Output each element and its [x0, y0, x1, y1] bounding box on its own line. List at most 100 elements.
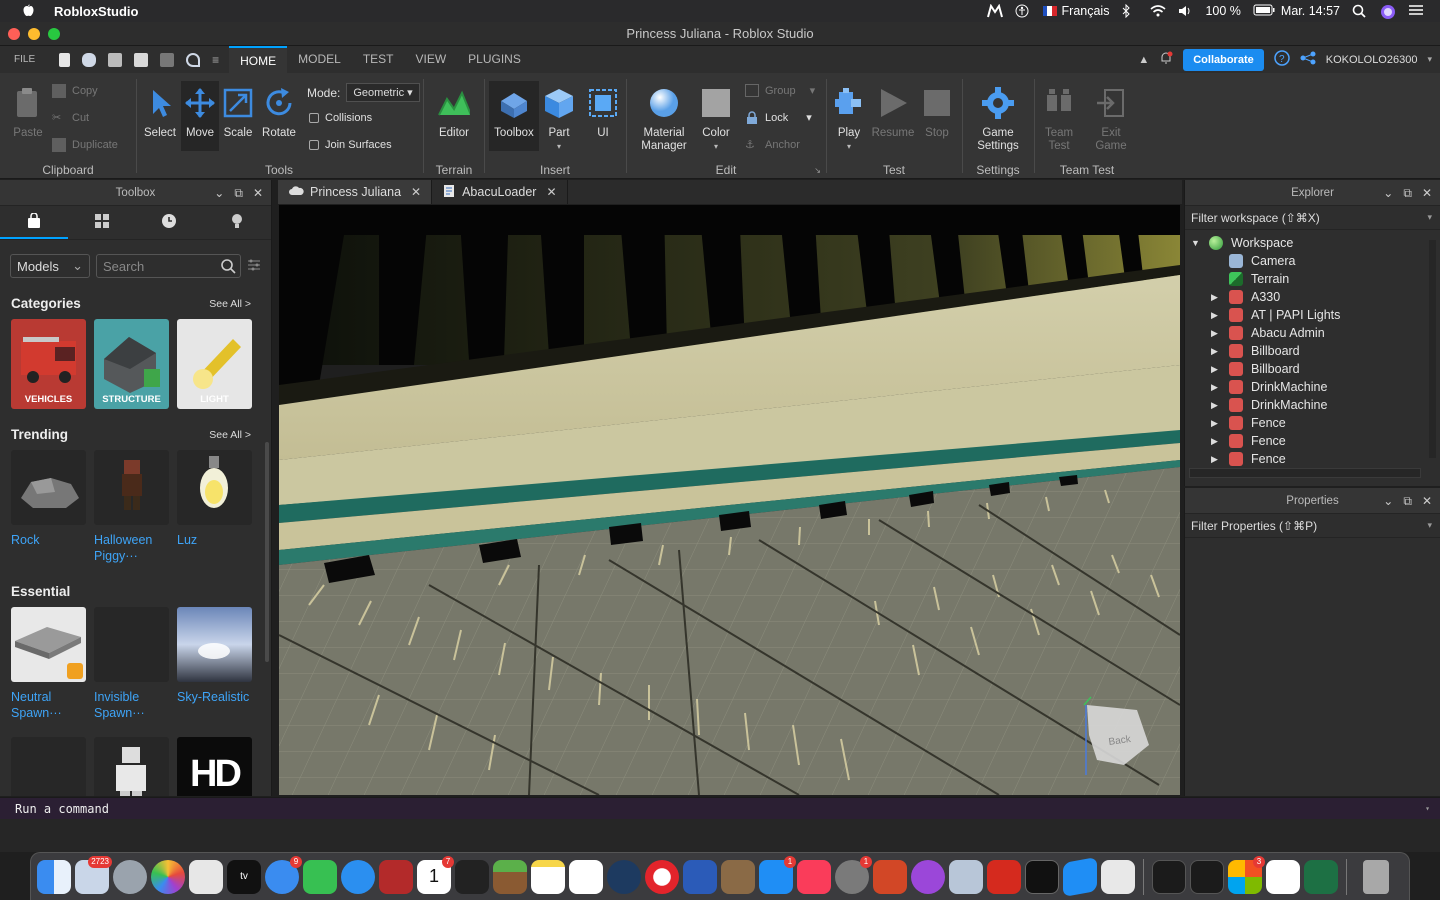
expand-arrow-right-icon[interactable]: ▶ — [1211, 328, 1218, 339]
minecraft-icon[interactable] — [493, 859, 527, 894]
paste-button[interactable]: Paste — [10, 87, 46, 140]
stop-square-icon[interactable] — [160, 52, 175, 67]
explorer-item[interactable]: ▶ DrinkMachine — [1185, 396, 1440, 414]
copy-button[interactable]: Copy — [52, 84, 98, 98]
play-button[interactable]: Play ▾ — [831, 87, 867, 153]
music-icon[interactable] — [797, 859, 831, 894]
part-dropdown-icon[interactable]: ▾ — [541, 140, 577, 153]
explorer-filter-input[interactable]: Filter workspace (⇧⌘X) ▾ — [1185, 206, 1440, 230]
asset-dummy[interactable] — [94, 737, 169, 796]
categories-see-all-link[interactable]: See All > — [209, 298, 251, 310]
notifications-icon[interactable] — [1159, 51, 1173, 68]
safari-icon[interactable] — [341, 859, 375, 894]
username[interactable]: KOKOLOLO26300 — [1326, 54, 1418, 66]
tab-file[interactable]: FILE — [0, 46, 49, 73]
category-dropdown[interactable]: Models ⌄ — [10, 254, 90, 278]
collisions-checkbox[interactable]: Collisions — [309, 112, 372, 124]
close-tab-icon[interactable]: ✕ — [546, 185, 556, 199]
tab-home[interactable]: HOME — [229, 46, 288, 73]
lock-button[interactable]: Lock ▾ — [745, 111, 812, 124]
category-light-tile[interactable]: LIGHT — [177, 319, 252, 409]
podcasts-icon[interactable] — [911, 859, 945, 894]
asset-invisible-spawn[interactable]: Invisible Spawn··· — [94, 607, 169, 721]
expand-arrow-right-icon[interactable]: ▶ — [1211, 418, 1218, 429]
tab-creations[interactable] — [203, 206, 271, 239]
expand-arrow-right-icon[interactable]: ▶ — [1211, 454, 1218, 465]
facetime-icon[interactable] — [303, 859, 337, 894]
finder-icon[interactable] — [37, 859, 71, 894]
messages-icon[interactable]: 9 — [265, 855, 302, 894]
undo-icon[interactable] — [186, 52, 201, 67]
publish-icon[interactable] — [108, 52, 123, 67]
tab-test[interactable]: TEST — [352, 46, 405, 73]
close-panel-icon[interactable]: ✕ — [1422, 186, 1432, 201]
asset-name[interactable]: Halloween Piggy··· — [94, 532, 169, 564]
trending-see-all-link[interactable]: See All > — [209, 429, 251, 441]
new-file-icon[interactable] — [59, 52, 71, 67]
asset-name[interactable]: Sky-Realistic — [177, 689, 252, 705]
image-capture-icon[interactable] — [949, 859, 983, 894]
activity-monitor-icon[interactable] — [1152, 859, 1186, 894]
explorer-item[interactable]: ▶ Fence — [1185, 450, 1440, 468]
tab-marketplace[interactable] — [0, 206, 68, 239]
play-dropdown-icon[interactable]: ▾ — [831, 140, 867, 153]
powerpoint-icon[interactable] — [873, 859, 907, 894]
close-window-button[interactable] — [8, 28, 20, 40]
toolbox-search-input[interactable]: Search — [96, 254, 241, 278]
share-icon[interactable] — [1300, 51, 1316, 68]
collapse-ribbon-icon[interactable]: ▲ — [1138, 54, 1149, 66]
volume-icon[interactable] — [1177, 4, 1193, 18]
asset-halloween-piggy[interactable]: Halloween Piggy··· — [94, 450, 169, 564]
apple-tv-icon[interactable]: tv — [227, 859, 261, 894]
explorer-item[interactable]: Terrain — [1185, 270, 1440, 288]
resume-button[interactable]: Resume — [871, 87, 915, 140]
calendar-icon[interactable]: 17 — [417, 855, 454, 894]
command-bar-input[interactable]: Run a command ▾ — [0, 797, 1440, 819]
explorer-item[interactable]: Camera — [1185, 252, 1440, 270]
capcut-icon[interactable] — [1266, 859, 1300, 894]
binoculars-icon[interactable] — [82, 52, 97, 67]
ui-button[interactable]: UI — [585, 87, 621, 140]
asset-name[interactable]: Invisible Spawn··· — [94, 689, 169, 721]
category-vehicles-tile[interactable]: VEHICLES — [11, 319, 86, 409]
join-surfaces-checkbox[interactable]: Join Surfaces — [309, 139, 392, 151]
panel-menu-chevron-icon[interactable]: ⌄ — [214, 186, 224, 201]
launchpad-rocket-icon[interactable] — [113, 859, 147, 894]
mode-selector[interactable]: Mode: Geometric ▾ — [307, 83, 420, 102]
expand-arrow-right-icon[interactable]: ▶ — [1211, 292, 1218, 303]
panel-menu-chevron-icon[interactable]: ⌄ — [1383, 186, 1393, 201]
3d-viewport[interactable]: Back — [279, 205, 1180, 795]
asset-name[interactable]: Neutral Spawn··· — [11, 689, 86, 721]
expand-arrow-right-icon[interactable]: ▶ — [1211, 382, 1218, 393]
tab-view[interactable]: VIEW — [405, 46, 458, 73]
expand-arrow-down-icon[interactable]: ▼ — [1191, 238, 1200, 248]
notebook-icon[interactable] — [721, 859, 755, 894]
active-app-name[interactable]: RobloxStudio — [54, 4, 139, 19]
undock-icon[interactable]: ⧉ — [1403, 494, 1412, 509]
opera-icon[interactable] — [645, 859, 679, 894]
app-store-icon[interactable]: 1 — [759, 855, 796, 894]
mode-dropdown[interactable]: Geometric ▾ — [346, 83, 420, 102]
undock-icon[interactable]: ⧉ — [1403, 186, 1412, 201]
quick-access-dropdown-icon[interactable]: ≡ — [212, 53, 219, 67]
roblox-studio-icon[interactable] — [1063, 856, 1097, 897]
edit-expand-icon[interactable]: ↘ — [814, 166, 821, 175]
quicktime-icon[interactable] — [607, 859, 641, 894]
wifi-icon[interactable] — [1149, 4, 1166, 18]
spotlight-search-icon[interactable] — [1352, 4, 1368, 18]
asset-name[interactable]: Luz — [177, 532, 252, 548]
malwarebytes-icon[interactable] — [986, 3, 1003, 18]
panel-menu-chevron-icon[interactable]: ⌄ — [1383, 494, 1393, 509]
excel-icon[interactable] — [1304, 859, 1338, 894]
preview-icon[interactable] — [189, 859, 223, 894]
stop-button[interactable]: Stop — [919, 87, 955, 140]
acrobat-icon[interactable] — [987, 859, 1021, 894]
material-manager-button[interactable]: Material Manager — [635, 87, 693, 153]
explorer-item[interactable]: ▶ Fence — [1185, 414, 1440, 432]
battery-icon[interactable] — [1253, 4, 1275, 18]
undock-icon[interactable]: ⧉ — [234, 186, 243, 201]
chevron-down-icon[interactable]: ▾ — [1427, 520, 1432, 531]
zoom-window-button[interactable] — [48, 28, 60, 40]
control-center-icon[interactable] — [1408, 4, 1424, 18]
explorer-vscrollbar[interactable] — [1429, 240, 1436, 458]
